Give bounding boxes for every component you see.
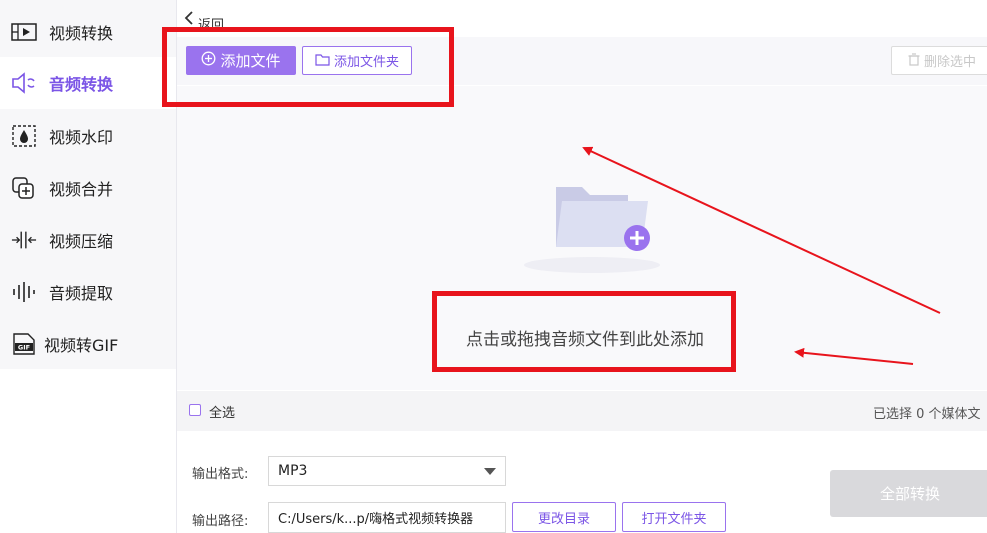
sidebar-item-label: 音频提取 xyxy=(49,284,114,303)
sidebar-item-label: 音频转换 xyxy=(49,75,114,94)
convert-all-button[interactable]: 全部转换 xyxy=(830,470,987,517)
sidebar-item-audio-extract[interactable]: 音频提取 xyxy=(0,266,176,318)
sidebar-item-video-watermark[interactable]: 视频水印 xyxy=(0,110,176,162)
delete-selected-button[interactable]: 删除选中 xyxy=(891,46,987,75)
sidebar-item-video-merge[interactable]: 视频合并 xyxy=(0,162,176,214)
annotation-box-toolbar xyxy=(162,27,454,107)
output-format-select[interactable]: MP3 xyxy=(268,456,506,486)
sidebar-item-video-compress[interactable]: 视频压缩 xyxy=(0,214,176,266)
sidebar-item-audio-convert[interactable]: 音频转换 xyxy=(0,57,176,109)
svg-text:GIF: GIF xyxy=(18,344,30,352)
speaker-convert-icon xyxy=(11,71,37,95)
open-folder-button[interactable]: 打开文件夹 xyxy=(622,502,726,532)
gif-icon: GIF xyxy=(11,332,37,356)
merge-plus-icon xyxy=(11,176,37,200)
film-convert-icon xyxy=(11,20,37,44)
sidebar-item-label: 视频压缩 xyxy=(49,232,114,251)
sidebar: 视频转换 音频转换 视频水印 视频合并 视频压缩 音频提取 GIF 视频转GIF xyxy=(0,0,176,369)
sidebar-item-label: 视频合并 xyxy=(49,180,114,199)
selection-bar xyxy=(177,391,987,431)
folder-plus-icon xyxy=(520,175,670,275)
annotation-box-dropzone xyxy=(432,291,736,372)
audio-wave-icon xyxy=(11,280,37,304)
sidebar-item-video-to-gif[interactable]: GIF 视频转GIF xyxy=(0,318,176,370)
output-format-label: 输出格式: xyxy=(192,467,249,482)
change-directory-button[interactable]: 更改目录 xyxy=(512,502,616,532)
select-all-checkbox[interactable] xyxy=(189,404,201,416)
output-format-value: MP3 xyxy=(278,463,308,479)
select-all-label[interactable]: 全选 xyxy=(209,402,235,421)
output-path-field[interactable]: C:/Users/k...p/嗨格式视频转换器 xyxy=(268,502,506,533)
sidebar-item-label: 视频水印 xyxy=(49,128,114,147)
delete-selected-label: 删除选中 xyxy=(924,54,977,69)
sidebar-item-label: 视频转换 xyxy=(49,24,114,43)
trash-icon xyxy=(908,52,920,69)
sidebar-item-video-convert[interactable]: 视频转换 xyxy=(0,6,176,58)
output-path-label: 输出路径: xyxy=(192,514,249,529)
caret-down-icon xyxy=(484,468,496,475)
compress-arrows-icon xyxy=(11,228,37,252)
sidebar-item-label: 视频转GIF xyxy=(44,336,119,355)
selection-count: 已选择 0 个媒体文 xyxy=(873,407,981,422)
watermark-drop-icon xyxy=(11,124,37,148)
